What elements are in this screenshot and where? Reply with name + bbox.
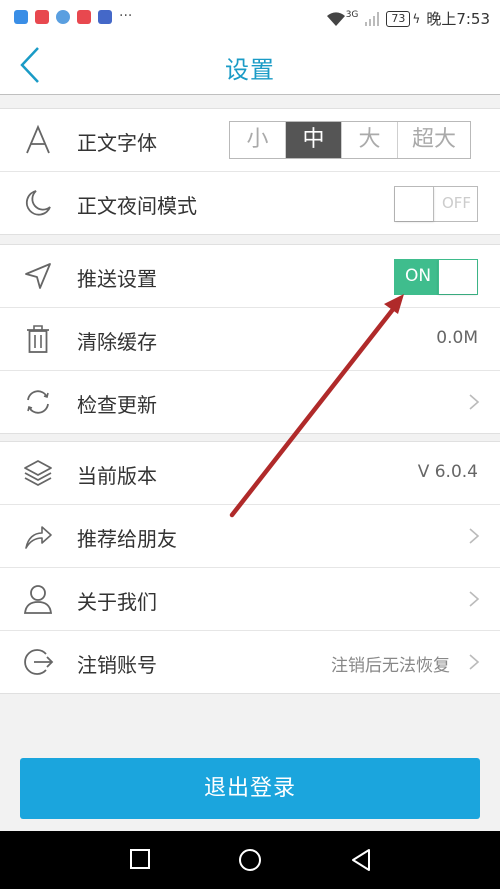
toggle-knob bbox=[438, 260, 477, 294]
app-notification-icon bbox=[98, 10, 112, 24]
font-size-option-large[interactable]: 大 bbox=[341, 122, 397, 158]
check-update-label: 检查更新 bbox=[77, 393, 157, 417]
logout-icon bbox=[24, 649, 54, 675]
back-icon[interactable] bbox=[350, 848, 372, 872]
chevron-right-icon bbox=[469, 528, 480, 544]
app-notification-icon bbox=[14, 10, 28, 24]
toggle-state-text: ON bbox=[405, 266, 432, 286]
user-icon bbox=[23, 585, 53, 614]
app-notification-icon bbox=[77, 10, 91, 24]
reading-settings-group: 正文字体 小 中 大 超大 正文夜间模式 OFF bbox=[0, 108, 500, 235]
app-notification-icon bbox=[56, 10, 70, 24]
about-group: 当前版本 V 6.0.4 推荐给朋友 关于我们 注销账号 注销后无法恢复 bbox=[0, 441, 500, 694]
app-settings-group: 推送设置 ON 清除缓存 0.0M 检查更新 bbox=[0, 244, 500, 434]
font-size-option-extra-large[interactable]: 超大 bbox=[397, 122, 470, 158]
logout-button[interactable]: 退出登录 bbox=[20, 758, 480, 819]
trash-icon bbox=[27, 325, 49, 353]
cache-size-value: 0.0M bbox=[436, 328, 478, 348]
chevron-right-icon bbox=[469, 591, 480, 607]
status-time: 晚上7:53 bbox=[426, 10, 490, 28]
about-us-label: 关于我们 bbox=[77, 590, 157, 614]
current-version-label: 当前版本 bbox=[77, 464, 157, 488]
cancel-account-label: 注销账号 bbox=[77, 653, 157, 677]
night-mode-row: 正文夜间模式 OFF bbox=[0, 172, 500, 234]
push-toggle[interactable]: ON bbox=[394, 259, 478, 295]
font-size-selector: 小 中 大 超大 bbox=[229, 121, 471, 159]
toggle-state-text: OFF bbox=[441, 194, 471, 212]
moon-icon bbox=[25, 190, 51, 216]
cancel-account-row[interactable]: 注销账号 注销后无法恢复 bbox=[0, 631, 500, 693]
cancel-account-hint: 注销后无法恢复 bbox=[331, 656, 450, 676]
font-size-option-medium[interactable]: 中 bbox=[285, 122, 341, 158]
layers-icon bbox=[24, 460, 52, 486]
night-mode-label: 正文夜间模式 bbox=[77, 194, 197, 218]
current-version-row: 当前版本 V 6.0.4 bbox=[0, 442, 500, 505]
system-navigation-bar bbox=[0, 831, 500, 889]
location-arrow-icon bbox=[25, 263, 51, 289]
more-notifications-icon: ··· bbox=[119, 8, 133, 24]
charging-icon: ϟ bbox=[412, 11, 421, 26]
page-title: 设置 bbox=[225, 56, 275, 84]
recent-apps-icon[interactable] bbox=[129, 848, 151, 870]
chevron-right-icon bbox=[469, 654, 480, 670]
signal-icon bbox=[365, 11, 380, 26]
recommend-label: 推荐给朋友 bbox=[77, 527, 177, 551]
push-settings-row[interactable]: 推送设置 ON bbox=[0, 245, 500, 308]
clear-cache-label: 清除缓存 bbox=[77, 330, 157, 354]
status-bar: ··· 3G 73 ϟ 晚上7:53 bbox=[0, 0, 500, 36]
clear-cache-row[interactable]: 清除缓存 0.0M bbox=[0, 308, 500, 371]
check-update-row[interactable]: 检查更新 bbox=[0, 371, 500, 433]
home-icon[interactable] bbox=[238, 848, 262, 872]
push-settings-label: 推送设置 bbox=[77, 267, 157, 291]
share-icon bbox=[25, 526, 52, 549]
recommend-row[interactable]: 推荐给朋友 bbox=[0, 505, 500, 568]
wifi-icon bbox=[326, 11, 345, 26]
network-type: 3G bbox=[345, 9, 359, 20]
app-notification-icon bbox=[35, 10, 49, 24]
battery-indicator: 73 bbox=[386, 10, 411, 27]
chevron-right-icon bbox=[469, 394, 480, 410]
font-size-option-small[interactable]: 小 bbox=[230, 122, 285, 158]
font-size-row: 正文字体 小 中 大 超大 bbox=[0, 109, 500, 172]
toggle-knob bbox=[395, 187, 434, 221]
version-value: V 6.0.4 bbox=[417, 462, 478, 482]
font-size-label: 正文字体 bbox=[77, 131, 157, 155]
app-header: 设置 bbox=[0, 36, 500, 95]
night-mode-toggle[interactable]: OFF bbox=[394, 186, 478, 222]
notification-icons: ··· bbox=[14, 8, 133, 24]
about-us-row[interactable]: 关于我们 bbox=[0, 568, 500, 631]
font-icon bbox=[26, 124, 50, 154]
refresh-icon bbox=[27, 390, 49, 414]
